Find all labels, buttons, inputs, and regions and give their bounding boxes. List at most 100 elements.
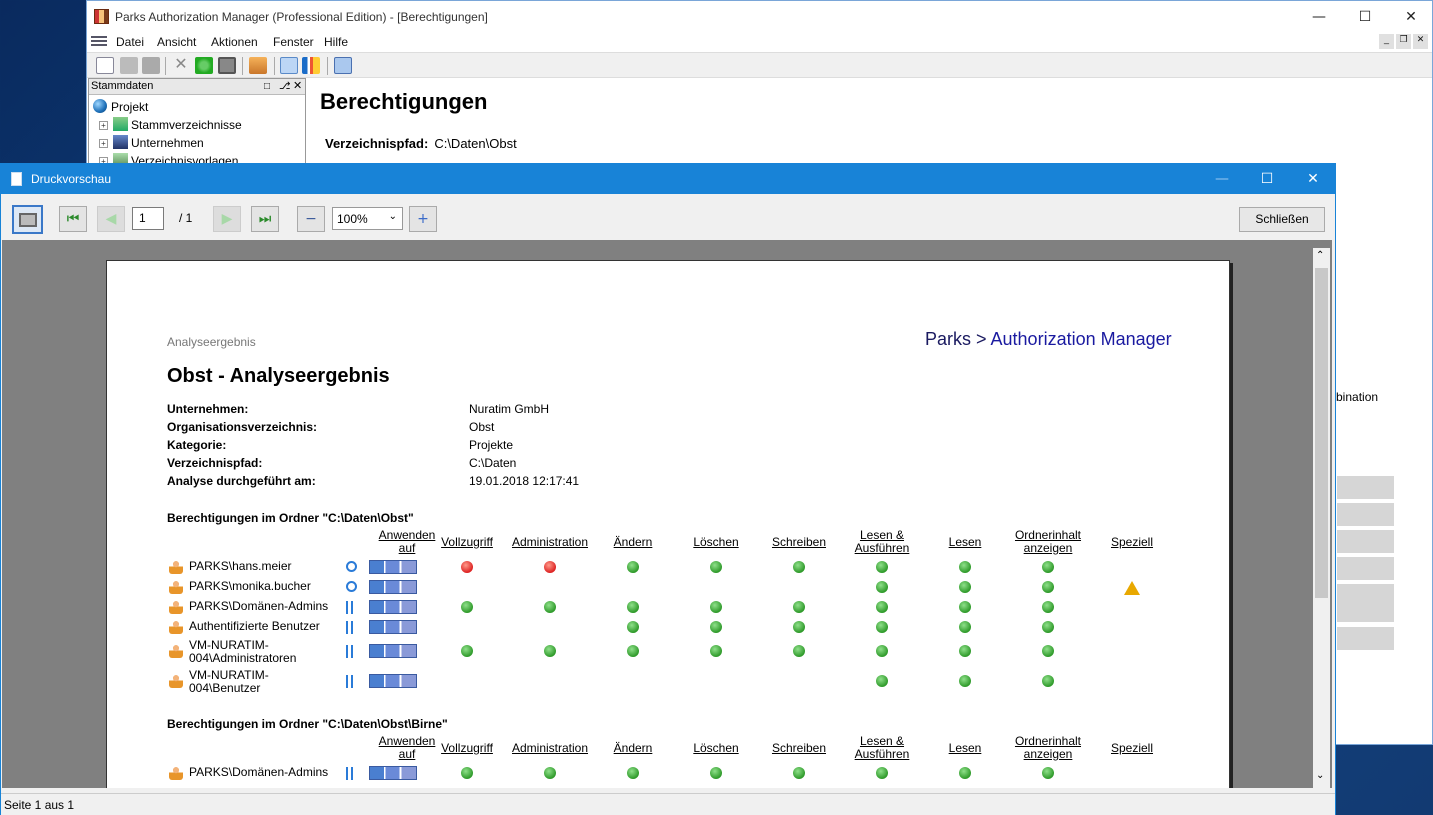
chevron-down-icon: ⌄ xyxy=(388,211,397,222)
preview-maximize-button[interactable]: ☐ xyxy=(1244,164,1290,194)
scroll-up-icon[interactable]: ⌃ xyxy=(1316,250,1324,261)
menu-fenster[interactable]: Fenster xyxy=(273,35,314,49)
tree-icon[interactable] xyxy=(302,57,320,74)
scrollbar-thumb[interactable] xyxy=(1315,268,1328,598)
menu-ansicht[interactable]: Ansicht xyxy=(157,35,196,49)
column-header-line: Lesen xyxy=(948,535,982,549)
vertical-scrollbar[interactable]: ⌃ ⌄ xyxy=(1313,248,1330,788)
allow-check-icon xyxy=(461,601,473,613)
apply-to-icon xyxy=(369,674,417,688)
print-button[interactable] xyxy=(12,205,43,234)
pane-float-icon[interactable]: □ xyxy=(264,79,270,94)
edit-icon[interactable] xyxy=(120,57,138,74)
preview-close-button[interactable]: ✕ xyxy=(1290,164,1336,194)
refresh-icon[interactable] xyxy=(195,57,213,74)
import-icon[interactable] xyxy=(249,57,267,74)
mdi-menu-icon[interactable] xyxy=(91,36,107,48)
column-header-line: Ändern xyxy=(613,535,653,549)
tree-item-stammverzeichnisse[interactable]: Stammverzeichnisse xyxy=(113,117,242,132)
allow-check-icon xyxy=(793,645,805,657)
schliessen-button[interactable]: Schließen xyxy=(1239,207,1325,232)
allow-check-icon xyxy=(876,675,888,687)
pin-icon[interactable]: ⎇ xyxy=(279,79,291,94)
warning-icon xyxy=(1124,581,1140,595)
page-title: Berechtigungen xyxy=(320,89,488,114)
allow-check-icon xyxy=(710,621,722,633)
principal-name: PARKS\monika.bucher xyxy=(189,579,311,593)
zoom-in-button[interactable]: + xyxy=(409,206,437,232)
allow-check-icon xyxy=(959,621,971,633)
menu-bar: Datei Ansicht Aktionen Fenster Hilfe _ ❐… xyxy=(87,32,1432,52)
background-row xyxy=(1337,557,1394,580)
print-icon[interactable] xyxy=(218,57,236,74)
pane-close-icon[interactable]: ✕ xyxy=(293,79,302,94)
zoom-value: 100% xyxy=(337,212,368,226)
side-text: bination xyxy=(1336,390,1379,404)
principal-name: VM-NURATIM- 004\Benutzer xyxy=(189,668,269,695)
allow-check-icon xyxy=(627,621,639,633)
app-icon xyxy=(94,9,109,24)
stammdaten-title: Stammdaten xyxy=(91,80,154,92)
mdi-restore-icon[interactable]: ❐ xyxy=(1396,34,1411,49)
apply-to-icon xyxy=(369,766,417,780)
new-icon[interactable] xyxy=(96,57,114,74)
allow-check-icon xyxy=(1042,601,1054,613)
mdi-minimize-icon[interactable]: _ xyxy=(1379,34,1394,49)
page-number-input[interactable]: 1 xyxy=(132,207,164,230)
scroll-down-icon[interactable]: ⌄ xyxy=(1316,770,1324,781)
folder-group-icon xyxy=(113,117,128,131)
last-page-button[interactable]: ⏭ xyxy=(251,206,279,232)
inheritance-icon xyxy=(346,581,357,592)
inheritance-icon xyxy=(346,621,353,634)
delete-icon[interactable]: ✕ xyxy=(172,57,190,74)
column-header: Löschen xyxy=(686,536,746,549)
principal-name: VM-NURATIM- 004\Administratoren xyxy=(189,638,297,665)
principal-name: Authentifizierte Benutzer xyxy=(189,619,320,633)
section-heading-obst: Berechtigungen im Ordner "C:\Daten\Obst" xyxy=(167,511,414,525)
field-value: Nuratim GmbH xyxy=(469,402,550,416)
preview-toolbar: ⏮ ◀ 1 / 1 ▶ ⏭ − 100% ⌄ + Schließen xyxy=(1,194,1335,240)
column-header-line: Ausführen xyxy=(854,747,910,761)
menu-aktionen[interactable]: Aktionen xyxy=(211,35,258,49)
column-header: Lesen & Ausführen xyxy=(847,529,917,555)
column-header: Ordnerinhalt anzeigen xyxy=(1009,735,1087,761)
allow-check-icon xyxy=(959,601,971,613)
analyze-icon[interactable] xyxy=(280,57,298,74)
column-header-line: anzeigen xyxy=(1023,747,1073,761)
maximize-button[interactable]: ☐ xyxy=(1342,1,1388,32)
menu-datei[interactable]: Datei xyxy=(116,35,144,49)
minimize-button[interactable]: — xyxy=(1296,1,1342,32)
expand-icon[interactable]: + xyxy=(99,121,108,130)
apply-to-icon xyxy=(369,560,417,574)
verzeichnispfad-label: Verzeichnispfad: xyxy=(325,136,429,151)
section-heading-birne: Berechtigungen im Ordner "C:\Daten\Obst\… xyxy=(167,717,448,731)
allow-check-icon xyxy=(959,645,971,657)
apply-to-icon xyxy=(369,580,417,594)
allow-check-icon xyxy=(627,601,639,613)
mdi-close-icon[interactable]: ✕ xyxy=(1413,34,1428,49)
preview-minimize-button[interactable]: — xyxy=(1199,164,1245,194)
tree-item-unternehmen[interactable]: Unternehmen xyxy=(113,135,204,150)
allow-check-icon xyxy=(710,561,722,573)
save-icon[interactable] xyxy=(142,57,160,74)
globe-icon xyxy=(93,99,107,113)
report-title: Obst - Analyseergebnis xyxy=(167,365,390,387)
field-label: Kategorie: xyxy=(167,438,227,452)
status-bar: Seite 1 aus 1 xyxy=(1,793,1335,815)
allow-check-icon xyxy=(1042,621,1054,633)
allow-check-icon xyxy=(627,645,639,657)
field-label: Unternehmen: xyxy=(167,402,249,416)
zoom-out-button[interactable]: − xyxy=(297,206,325,232)
menu-hilfe[interactable]: Hilfe xyxy=(324,35,348,49)
stammdaten-header: Stammdaten □ ⎇ ✕ xyxy=(89,79,305,95)
background-row xyxy=(1337,476,1394,499)
user-icon xyxy=(169,644,183,658)
first-page-button[interactable]: ⏮ xyxy=(59,206,87,232)
window-icon[interactable] xyxy=(334,57,352,74)
apply-to-icon xyxy=(369,600,417,614)
status-text: Seite 1 aus 1 xyxy=(4,798,75,812)
expand-icon[interactable]: + xyxy=(99,139,108,148)
close-button[interactable]: ✕ xyxy=(1388,1,1433,32)
tree-item-projekt[interactable]: Projekt xyxy=(93,99,148,114)
zoom-select[interactable]: 100% ⌄ xyxy=(332,207,403,230)
